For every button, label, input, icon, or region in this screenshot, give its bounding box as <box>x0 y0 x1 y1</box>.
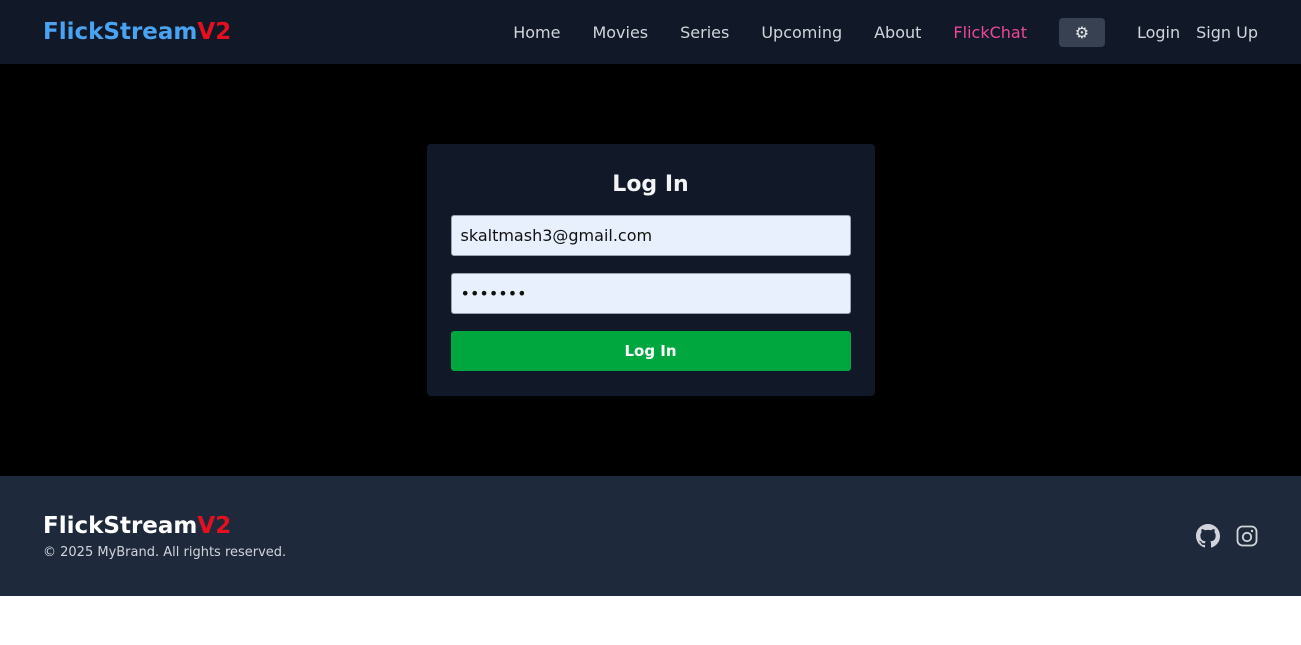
github-icon[interactable] <box>1196 524 1220 548</box>
nav-login[interactable]: Login <box>1137 23 1180 42</box>
footer: FlickStreamV2 © 2025 MyBrand. All rights… <box>0 476 1301 596</box>
footer-logo-text: FlickStream <box>43 512 198 539</box>
logo-suffix: V2 <box>197 19 232 45</box>
instagram-icon[interactable] <box>1236 525 1258 547</box>
login-button[interactable]: Log In <box>450 331 851 371</box>
nav-home[interactable]: Home <box>513 23 560 42</box>
nav-flickchat[interactable]: FlickChat <box>953 23 1027 42</box>
form-title: Log In <box>612 172 689 197</box>
copyright: © 2025 MyBrand. All rights reserved. <box>43 544 287 560</box>
logo[interactable]: FlickStreamV2 <box>43 19 231 45</box>
nav-upcoming[interactable]: Upcoming <box>761 23 842 42</box>
footer-logo-suffix: V2 <box>197 512 232 539</box>
gear-icon: ⚙ <box>1074 22 1090 42</box>
nav-signup[interactable]: Sign Up <box>1196 23 1258 42</box>
nav-movies[interactable]: Movies <box>592 23 648 42</box>
login-card: Log In Log In <box>426 144 875 396</box>
theme-toggle-button[interactable]: ⚙ <box>1058 17 1105 47</box>
logo-text: FlickStream <box>43 19 198 45</box>
footer-logo: FlickStreamV2 <box>43 513 286 539</box>
nav-about[interactable]: About <box>874 23 921 42</box>
navbar: FlickStreamV2 Home Movies Series Upcomin… <box>0 0 1301 64</box>
nav-series[interactable]: Series <box>680 23 729 42</box>
main: Log In Log In <box>0 64 1301 476</box>
password-field[interactable] <box>450 273 851 314</box>
email-field[interactable] <box>450 215 851 256</box>
